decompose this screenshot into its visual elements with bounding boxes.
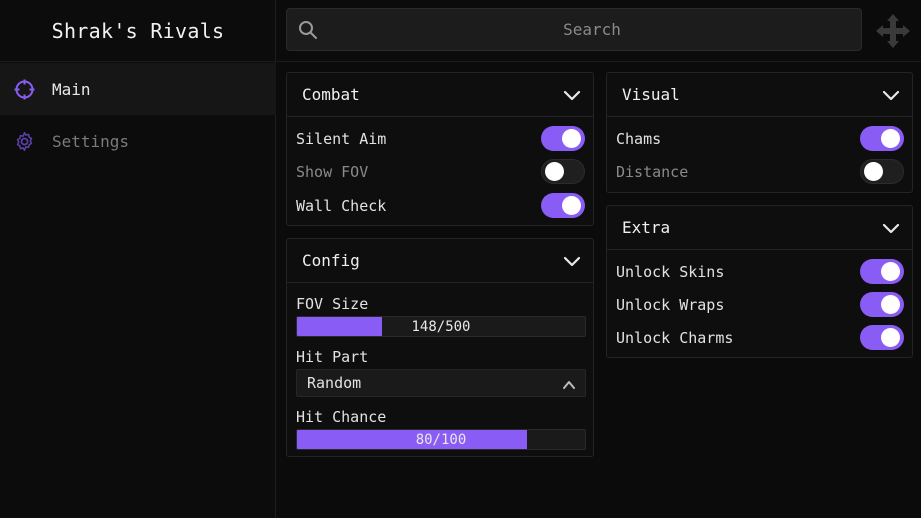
sidebar-item-label: Settings bbox=[52, 131, 130, 151]
silent-aim-toggle[interactable] bbox=[541, 126, 585, 151]
chevron-down-icon bbox=[563, 86, 581, 104]
sidebar-item-label: Main bbox=[52, 79, 91, 99]
distance-toggle[interactable] bbox=[860, 159, 904, 184]
visual-panel-header[interactable]: Visual bbox=[607, 73, 912, 117]
config-panel-header[interactable]: Config bbox=[287, 239, 593, 283]
toggle-knob bbox=[562, 196, 581, 215]
slider-value: 148/500 bbox=[411, 318, 471, 335]
toggle-row-unlock-skins: Unlock Skins bbox=[616, 258, 904, 286]
slider-value: 80/100 bbox=[415, 431, 467, 448]
chams-toggle[interactable] bbox=[860, 126, 904, 151]
toggle-label: Wall Check bbox=[296, 197, 387, 215]
toggle-row-wall-check: Wall Check bbox=[296, 192, 585, 220]
toggle-knob bbox=[545, 162, 564, 181]
toggle-knob bbox=[881, 262, 900, 281]
fov-size-slider[interactable]: 148/500 bbox=[296, 316, 586, 337]
sidebar-item-main[interactable]: Main bbox=[0, 63, 276, 115]
toggle-label: Show FOV bbox=[296, 163, 369, 181]
toggle-label: Unlock Charms bbox=[616, 329, 734, 347]
toggle-label: Unlock Skins bbox=[616, 263, 725, 281]
chevron-down-icon bbox=[882, 86, 900, 104]
extra-panel-header[interactable]: Extra bbox=[607, 206, 912, 250]
toggle-knob bbox=[881, 295, 900, 314]
hit-part-dropdown[interactable]: Random bbox=[296, 369, 586, 397]
search-icon bbox=[298, 20, 318, 40]
toggle-row-chams: Chams bbox=[616, 125, 904, 153]
toggle-label: Distance bbox=[616, 163, 689, 181]
combat-panel-header[interactable]: Combat bbox=[287, 73, 593, 117]
unlock-wraps-toggle[interactable] bbox=[860, 292, 904, 317]
unlock-skins-toggle[interactable] bbox=[860, 259, 904, 284]
toggle-knob bbox=[881, 328, 900, 347]
search-bar bbox=[286, 8, 862, 51]
fov-size-label: FOV Size bbox=[296, 295, 369, 313]
toggle-label: Unlock Wraps bbox=[616, 296, 725, 314]
toggle-knob bbox=[881, 129, 900, 148]
crosshair-icon bbox=[14, 79, 35, 100]
toggle-knob bbox=[864, 162, 883, 181]
toggle-label: Chams bbox=[616, 130, 662, 148]
top-bar bbox=[277, 0, 921, 62]
app-title: Shrak's Rivals bbox=[0, 0, 276, 62]
panel-title: Combat bbox=[302, 85, 360, 104]
sidebar: Shrak's Rivals Main Settings bbox=[0, 0, 276, 518]
panel-title: Visual bbox=[622, 85, 680, 104]
extra-panel: Extra Unlock Skins Unlock Wraps Unlock C… bbox=[606, 205, 913, 358]
panel-title: Config bbox=[302, 251, 360, 270]
chevron-down-icon bbox=[882, 219, 900, 237]
toggle-row-unlock-charms: Unlock Charms bbox=[616, 324, 904, 352]
combat-panel: Combat Silent Aim Show FOV Wall Check bbox=[286, 72, 594, 226]
wall-check-toggle[interactable] bbox=[541, 193, 585, 218]
search-input[interactable] bbox=[327, 9, 857, 50]
toggle-row-distance: Distance bbox=[616, 158, 904, 186]
hit-chance-slider[interactable]: 80/100 bbox=[296, 429, 586, 450]
toggle-knob bbox=[562, 129, 581, 148]
toggle-row-unlock-wraps: Unlock Wraps bbox=[616, 291, 904, 319]
visual-panel: Visual Chams Distance bbox=[606, 72, 913, 193]
unlock-charms-toggle[interactable] bbox=[860, 325, 904, 350]
sidebar-item-settings[interactable]: Settings bbox=[0, 115, 276, 167]
hit-part-label: Hit Part bbox=[296, 348, 369, 366]
panel-title: Extra bbox=[622, 218, 671, 237]
toggle-label: Silent Aim bbox=[296, 130, 387, 148]
hit-chance-label: Hit Chance bbox=[296, 408, 387, 426]
gear-icon bbox=[14, 131, 35, 152]
move-icon[interactable] bbox=[876, 14, 910, 48]
show-fov-toggle[interactable] bbox=[541, 159, 585, 184]
toggle-row-silent-aim: Silent Aim bbox=[296, 125, 585, 153]
chevron-down-icon bbox=[563, 252, 581, 270]
toggle-row-show-fov: Show FOV bbox=[296, 158, 585, 186]
config-panel: Config FOV Size 148/500 Hit Part Random … bbox=[286, 238, 594, 457]
chevron-up-icon bbox=[562, 377, 576, 391]
dropdown-value: Random bbox=[307, 374, 362, 392]
